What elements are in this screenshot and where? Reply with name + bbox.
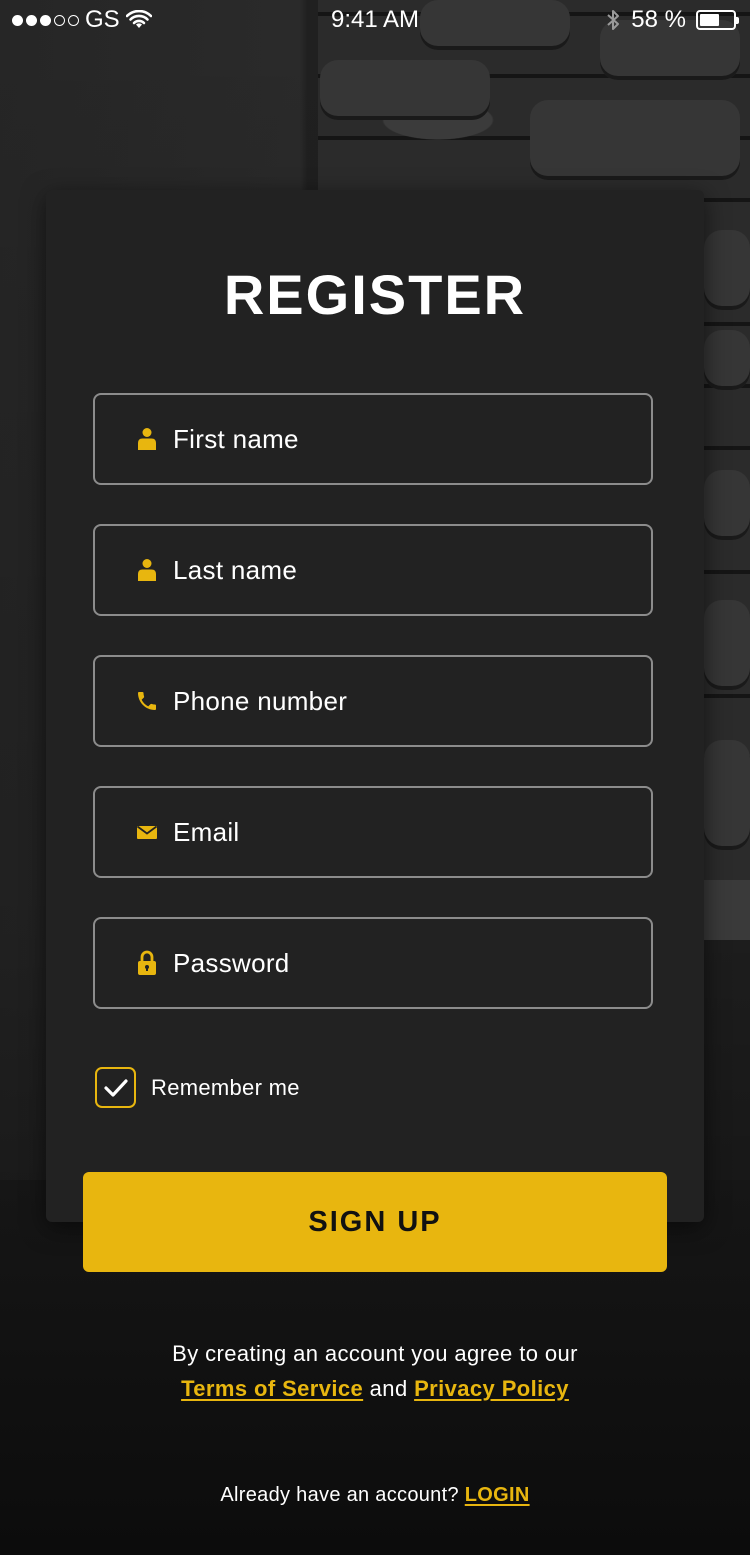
remember-me-label: Remember me <box>151 1074 300 1100</box>
email-field[interactable] <box>93 786 653 878</box>
battery-icon <box>696 10 739 30</box>
email-input[interactable] <box>171 815 615 849</box>
ledge <box>700 880 750 940</box>
login-link[interactable]: LOGIN <box>465 1484 530 1506</box>
legal-joiner: and <box>369 1376 408 1401</box>
stone <box>704 470 750 540</box>
stone <box>704 600 750 690</box>
stone <box>530 100 740 180</box>
stone <box>704 740 750 850</box>
first-name-field[interactable] <box>93 393 653 485</box>
first-name-input[interactable] <box>171 422 615 456</box>
legal-links-line: Terms of Service and Privacy Policy <box>0 1371 750 1406</box>
legal-prefix: By creating an account you agree to our <box>172 1341 578 1366</box>
phone-icon <box>135 689 159 713</box>
stone <box>704 330 750 390</box>
phone-number-field[interactable] <box>93 655 653 747</box>
password-field[interactable] <box>93 917 653 1009</box>
login-prompt-text: Already have an account? <box>220 1484 459 1506</box>
last-name-input[interactable] <box>171 553 615 587</box>
user-icon <box>135 427 159 451</box>
page-title: REGISTER <box>223 263 527 326</box>
stone <box>320 60 490 120</box>
password-input[interactable] <box>171 946 615 980</box>
remember-me-row[interactable]: Remember me <box>95 1067 300 1108</box>
phone-number-input[interactable] <box>171 684 615 718</box>
battery-percent: 58 % <box>631 6 686 33</box>
remember-me-checkbox[interactable] <box>95 1067 136 1108</box>
battery-fill <box>700 14 719 26</box>
terms-of-service-link[interactable]: Terms of Service <box>181 1376 363 1401</box>
bluetooth-icon <box>607 10 620 30</box>
envelope-icon <box>135 820 159 844</box>
sign-up-button[interactable]: SIGN UP <box>83 1172 667 1272</box>
lock-icon <box>135 950 159 975</box>
status-right: 58 % <box>605 6 739 34</box>
last-name-field[interactable] <box>93 524 653 616</box>
legal-text: By creating an account you agree to our … <box>0 1336 750 1406</box>
privacy-policy-link[interactable]: Privacy Policy <box>414 1376 569 1401</box>
user-icon <box>135 558 159 582</box>
checkmark-icon <box>103 1078 128 1097</box>
login-prompt: Already have an account? LOGIN <box>0 1484 750 1507</box>
status-bar: GS 9:41 AM 58 % <box>0 0 750 40</box>
